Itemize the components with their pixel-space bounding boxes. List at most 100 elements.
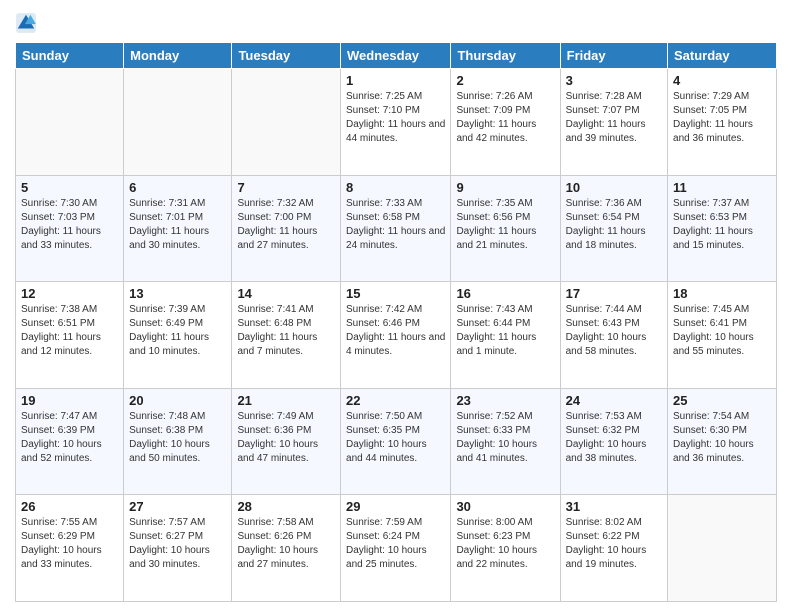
- day-info: Sunrise: 7:49 AMSunset: 6:36 PMDaylight:…: [237, 410, 335, 466]
- weekday-header-thursday: Thursday: [451, 43, 560, 69]
- day-number: 15: [346, 286, 445, 301]
- day-cell: 28 Sunrise: 7:58 AMSunset: 6:26 PMDayligh…: [232, 495, 341, 602]
- day-cell: 17 Sunrise: 7:44 AMSunset: 6:43 PMDayligh…: [560, 282, 667, 389]
- week-row-1: 1Sunrise: 7:25 AMSunset: 7:10 PMDaylight…: [16, 69, 777, 176]
- day-cell: 1Sunrise: 7:25 AMSunset: 7:10 PMDaylight…: [341, 69, 451, 176]
- day-number: 9: [456, 180, 554, 195]
- day-number: 6: [129, 180, 226, 195]
- day-number: 5: [21, 180, 118, 195]
- day-number: 30: [456, 499, 554, 514]
- day-number: 25: [673, 393, 771, 408]
- weekday-header-friday: Friday: [560, 43, 667, 69]
- day-number: 12: [21, 286, 118, 301]
- day-info: Sunrise: 8:00 AMSunset: 6:23 PMDaylight:…: [456, 516, 554, 572]
- day-cell: [668, 495, 777, 602]
- day-number: 10: [566, 180, 662, 195]
- day-number: 26: [21, 499, 118, 514]
- day-number: 14: [237, 286, 335, 301]
- day-number: 20: [129, 393, 226, 408]
- day-info: Sunrise: 8:02 AMSunset: 6:22 PMDaylight:…: [566, 516, 662, 572]
- day-info: Sunrise: 7:33 AMSunset: 6:58 PMDaylight:…: [346, 197, 445, 253]
- day-number: 7: [237, 180, 335, 195]
- day-info: Sunrise: 7:25 AMSunset: 7:10 PMDaylight:…: [346, 90, 445, 146]
- day-number: 22: [346, 393, 445, 408]
- day-info: Sunrise: 7:53 AMSunset: 6:32 PMDaylight:…: [566, 410, 662, 466]
- weekday-header-tuesday: Tuesday: [232, 43, 341, 69]
- calendar-header: SundayMondayTuesdayWednesdayThursdayFrid…: [16, 43, 777, 69]
- day-number: 24: [566, 393, 662, 408]
- day-info: Sunrise: 7:44 AMSunset: 6:43 PMDaylight:…: [566, 303, 662, 359]
- day-info: Sunrise: 7:42 AMSunset: 6:46 PMDaylight:…: [346, 303, 445, 359]
- weekday-header-sunday: Sunday: [16, 43, 124, 69]
- weekday-row: SundayMondayTuesdayWednesdayThursdayFrid…: [16, 43, 777, 69]
- day-cell: [16, 69, 124, 176]
- day-cell: 29Sunrise: 7:59 AMSunset: 6:24 PMDayligh…: [341, 495, 451, 602]
- day-info: Sunrise: 7:26 AMSunset: 7:09 PMDaylight:…: [456, 90, 554, 146]
- day-number: 16: [456, 286, 554, 301]
- week-row-3: 12 Sunrise: 7:38 AMSunset: 6:51 PMDayligh…: [16, 282, 777, 389]
- day-number: 8: [346, 180, 445, 195]
- day-cell: 16Sunrise: 7:43 AMSunset: 6:44 PMDayligh…: [451, 282, 560, 389]
- day-info: Sunrise: 7:47 AMSunset: 6:39 PMDaylight:…: [21, 410, 118, 466]
- day-cell: 25 Sunrise: 7:54 AMSunset: 6:30 PMDayligh…: [668, 388, 777, 495]
- day-cell: 14 Sunrise: 7:41 AMSunset: 6:48 PMDayligh…: [232, 282, 341, 389]
- day-info: Sunrise: 7:37 AMSunset: 6:53 PMDaylight:…: [673, 197, 771, 253]
- day-cell: 11 Sunrise: 7:37 AMSunset: 6:53 PMDayligh…: [668, 175, 777, 282]
- day-info: Sunrise: 7:41 AMSunset: 6:48 PMDaylight:…: [237, 303, 335, 359]
- day-info: Sunrise: 7:58 AMSunset: 6:26 PMDaylight:…: [237, 516, 335, 572]
- day-info: Sunrise: 7:31 AMSunset: 7:01 PMDaylight:…: [129, 197, 226, 253]
- page: SundayMondayTuesdayWednesdayThursdayFrid…: [0, 0, 792, 612]
- week-row-5: 26 Sunrise: 7:55 AMSunset: 6:29 PMDayligh…: [16, 495, 777, 602]
- day-number: 27: [129, 499, 226, 514]
- calendar-table: SundayMondayTuesdayWednesdayThursdayFrid…: [15, 42, 777, 602]
- day-info: Sunrise: 7:30 AMSunset: 7:03 PMDaylight:…: [21, 197, 118, 253]
- day-cell: 15 Sunrise: 7:42 AMSunset: 6:46 PMDayligh…: [341, 282, 451, 389]
- day-number: 3: [566, 73, 662, 88]
- day-cell: 5 Sunrise: 7:30 AMSunset: 7:03 PMDaylight…: [16, 175, 124, 282]
- day-number: 2: [456, 73, 554, 88]
- weekday-header-wednesday: Wednesday: [341, 43, 451, 69]
- week-row-4: 19 Sunrise: 7:47 AMSunset: 6:39 PMDayligh…: [16, 388, 777, 495]
- day-cell: 18Sunrise: 7:45 AMSunset: 6:41 PMDayligh…: [668, 282, 777, 389]
- day-info: Sunrise: 7:29 AMSunset: 7:05 PMDaylight:…: [673, 90, 771, 146]
- day-number: 29: [346, 499, 445, 514]
- day-cell: 3 Sunrise: 7:28 AMSunset: 7:07 PMDaylight…: [560, 69, 667, 176]
- day-cell: 20 Sunrise: 7:48 AMSunset: 6:38 PMDayligh…: [124, 388, 232, 495]
- day-cell: [232, 69, 341, 176]
- day-number: 17: [566, 286, 662, 301]
- day-info: Sunrise: 7:57 AMSunset: 6:27 PMDaylight:…: [129, 516, 226, 572]
- day-cell: 22 Sunrise: 7:50 AMSunset: 6:35 PMDayligh…: [341, 388, 451, 495]
- day-number: 31: [566, 499, 662, 514]
- day-cell: 10Sunrise: 7:36 AMSunset: 6:54 PMDayligh…: [560, 175, 667, 282]
- day-number: 19: [21, 393, 118, 408]
- day-cell: 30 Sunrise: 8:00 AMSunset: 6:23 PMDayligh…: [451, 495, 560, 602]
- day-cell: 4 Sunrise: 7:29 AMSunset: 7:05 PMDaylight…: [668, 69, 777, 176]
- day-number: 28: [237, 499, 335, 514]
- weekday-header-monday: Monday: [124, 43, 232, 69]
- day-info: Sunrise: 7:52 AMSunset: 6:33 PMDaylight:…: [456, 410, 554, 466]
- day-cell: 7 Sunrise: 7:32 AMSunset: 7:00 PMDaylight…: [232, 175, 341, 282]
- day-cell: 24 Sunrise: 7:53 AMSunset: 6:32 PMDayligh…: [560, 388, 667, 495]
- day-info: Sunrise: 7:28 AMSunset: 7:07 PMDaylight:…: [566, 90, 662, 146]
- day-number: 4: [673, 73, 771, 88]
- day-cell: 13Sunrise: 7:39 AMSunset: 6:49 PMDayligh…: [124, 282, 232, 389]
- day-info: Sunrise: 7:48 AMSunset: 6:38 PMDaylight:…: [129, 410, 226, 466]
- day-number: 13: [129, 286, 226, 301]
- day-info: Sunrise: 7:32 AMSunset: 7:00 PMDaylight:…: [237, 197, 335, 253]
- header: [15, 10, 777, 34]
- day-cell: 27 Sunrise: 7:57 AMSunset: 6:27 PMDayligh…: [124, 495, 232, 602]
- day-cell: 8 Sunrise: 7:33 AMSunset: 6:58 PMDaylight…: [341, 175, 451, 282]
- day-cell: 31 Sunrise: 8:02 AMSunset: 6:22 PMDayligh…: [560, 495, 667, 602]
- day-cell: 2 Sunrise: 7:26 AMSunset: 7:09 PMDaylight…: [451, 69, 560, 176]
- day-cell: 9Sunrise: 7:35 AMSunset: 6:56 PMDaylight…: [451, 175, 560, 282]
- day-info: Sunrise: 7:50 AMSunset: 6:35 PMDaylight:…: [346, 410, 445, 466]
- day-number: 23: [456, 393, 554, 408]
- day-number: 21: [237, 393, 335, 408]
- day-info: Sunrise: 7:55 AMSunset: 6:29 PMDaylight:…: [21, 516, 118, 572]
- day-number: 11: [673, 180, 771, 195]
- day-info: Sunrise: 7:54 AMSunset: 6:30 PMDaylight:…: [673, 410, 771, 466]
- week-row-2: 5 Sunrise: 7:30 AMSunset: 7:03 PMDaylight…: [16, 175, 777, 282]
- weekday-header-saturday: Saturday: [668, 43, 777, 69]
- day-info: Sunrise: 7:38 AMSunset: 6:51 PMDaylight:…: [21, 303, 118, 359]
- calendar-body: 1Sunrise: 7:25 AMSunset: 7:10 PMDaylight…: [16, 69, 777, 602]
